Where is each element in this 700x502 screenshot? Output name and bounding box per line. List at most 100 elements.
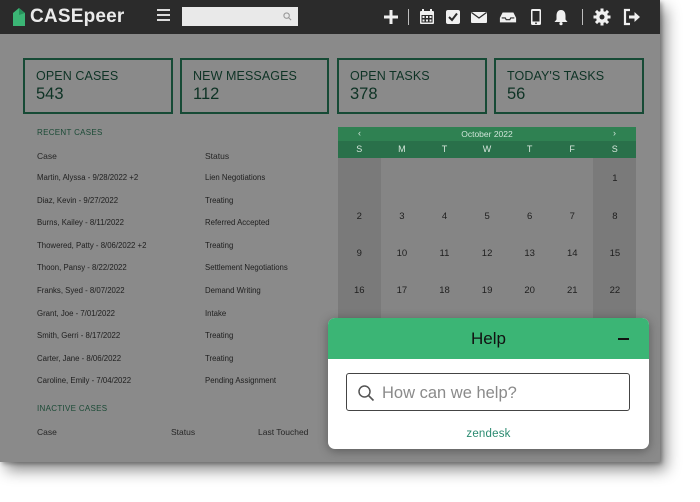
calendar-day[interactable]: 15: [594, 248, 637, 259]
calendar-month-label: October 2022: [461, 129, 513, 139]
calendar-header: ‹ October 2022 ›: [338, 127, 636, 141]
table-row[interactable]: Thowered, Patty - 8/06/2022 +2 Treating: [37, 241, 327, 255]
case-name[interactable]: Thoon, Pansy - 8/22/2022: [37, 263, 127, 272]
help-header: Help: [328, 318, 649, 359]
case-status: Settlement Negotiations: [205, 263, 288, 273]
calendar-day[interactable]: 6: [508, 211, 551, 222]
calendar-day[interactable]: 1: [594, 173, 637, 184]
table-row[interactable]: Franks, Syed - 8/07/2022 Demand Writing: [37, 286, 327, 300]
table-row[interactable]: Diaz, Kevin - 9/27/2022 Treating: [37, 196, 327, 210]
calendar-day[interactable]: 11: [423, 248, 466, 259]
case-name[interactable]: Smith, Gerri - 8/17/2022: [37, 331, 120, 340]
weekday-label: S: [611, 144, 618, 154]
calendar-day[interactable]: 16: [338, 285, 381, 296]
mail-icon[interactable]: [470, 8, 488, 26]
calendar-grid: 1 2 3 4 5 6 7 8 9 10 11 12 13 14 15 16 17 18 19 20 21 22: [338, 158, 636, 318]
plus-icon[interactable]: [382, 8, 400, 26]
top-navbar: CASEpeer: [0, 0, 660, 34]
case-status: Treating: [205, 331, 234, 341]
calendar-day[interactable]: 20: [508, 285, 551, 296]
bell-icon[interactable]: [552, 8, 570, 26]
calendar-day[interactable]: 5: [466, 211, 509, 222]
calendar-day[interactable]: 10: [381, 248, 424, 259]
phone-icon[interactable]: [527, 8, 545, 26]
column-header-last-touched: Last Touched: [258, 427, 309, 437]
logout-icon[interactable]: [623, 8, 641, 26]
stat-card-todays-tasks[interactable]: TODAY'S TASKS 56: [494, 58, 644, 114]
calendar-day[interactable]: 2: [338, 211, 381, 222]
help-title: Help: [471, 329, 506, 348]
case-status: Demand Writing: [205, 286, 261, 295]
case-status: Referred Accepted: [205, 218, 270, 228]
stat-value: 56: [507, 85, 526, 103]
calendar-day[interactable]: 22: [594, 285, 637, 296]
table-row[interactable]: Martin, Alyssa - 9/28/2022 +2 Lien Negoti…: [37, 173, 327, 187]
inactive-cases-title: INACTIVE CASES: [37, 404, 108, 413]
checkbox-icon[interactable]: [444, 8, 462, 26]
calendar-day[interactable]: 19: [466, 285, 509, 296]
table-row[interactable]: Carter, Jane - 8/06/2022 Treating: [37, 354, 327, 368]
weekday-label: W: [482, 144, 492, 154]
case-status: Treating: [205, 195, 234, 205]
stat-card-new-messages[interactable]: NEW MESSAGES 112: [180, 58, 329, 114]
case-status: Treating: [205, 353, 234, 363]
calendar-day[interactable]: 7: [551, 211, 594, 222]
calendar-day[interactable]: 3: [381, 211, 424, 222]
app-window: CASEpeer OPEN CASES 543 NEW MESSAGES 112…: [0, 0, 660, 462]
inbox-icon[interactable]: [499, 8, 517, 26]
case-name[interactable]: Martin, Alyssa - 9/28/2022 +2: [37, 173, 138, 182]
minimize-icon[interactable]: [618, 338, 629, 340]
calendar-day[interactable]: 21: [551, 285, 594, 296]
case-name[interactable]: Thowered, Patty - 8/06/2022 +2: [37, 241, 146, 250]
zendesk-link[interactable]: zendesk: [328, 428, 649, 440]
column-header-case: Case: [37, 151, 57, 161]
weekday-label: T: [526, 144, 533, 154]
stat-label: OPEN TASKS: [350, 69, 430, 83]
table-row[interactable]: Caroline, Emily - 7/04/2022 Pending Assig…: [37, 376, 327, 390]
column-header-case: Case: [37, 427, 57, 437]
calendar-day[interactable]: 13: [508, 248, 551, 259]
stat-value: 378: [350, 85, 378, 103]
case-status: Lien Negotiations: [205, 173, 266, 182]
global-search-input[interactable]: [182, 7, 298, 26]
calendar-day[interactable]: 18: [423, 285, 466, 296]
calendar-day[interactable]: 17: [381, 285, 424, 296]
calendar-day[interactable]: 9: [338, 248, 381, 259]
nav-divider: [582, 9, 583, 25]
case-status: Treating: [205, 240, 234, 250]
help-widget: Help zendesk: [328, 318, 649, 449]
case-name[interactable]: Grant, Joe - 7/01/2022: [37, 309, 115, 318]
case-name[interactable]: Diaz, Kevin - 9/27/2022: [37, 196, 118, 205]
calendar-icon[interactable]: [418, 8, 436, 26]
stat-card-open-tasks[interactable]: OPEN TASKS 378: [337, 58, 487, 114]
column-header-status: Status: [171, 427, 196, 437]
stat-card-open-cases[interactable]: OPEN CASES 543: [23, 58, 173, 114]
case-name[interactable]: Franks, Syed - 8/07/2022: [37, 286, 125, 295]
gear-icon[interactable]: [593, 8, 611, 26]
menu-icon[interactable]: [157, 9, 170, 23]
case-name[interactable]: Carter, Jane - 8/06/2022: [37, 354, 121, 363]
search-icon[interactable]: [283, 12, 292, 21]
calendar-day[interactable]: 8: [594, 211, 637, 222]
stat-label: NEW MESSAGES: [193, 69, 297, 83]
table-row[interactable]: Grant, Joe - 7/01/2022 Intake: [37, 309, 327, 323]
weekday-label: T: [441, 144, 448, 154]
help-search-box[interactable]: [346, 373, 630, 411]
weekday-label: F: [569, 144, 575, 154]
calendar-day[interactable]: 14: [551, 248, 594, 259]
stat-value: 543: [36, 85, 64, 103]
logo[interactable]: CASEpeer: [12, 6, 125, 28]
column-header-status: Status: [205, 151, 230, 161]
calendar-day[interactable]: 4: [423, 211, 466, 222]
stat-value: 112: [193, 85, 220, 103]
table-row[interactable]: Thoon, Pansy - 8/22/2022 Settlement Negot…: [37, 263, 327, 277]
table-row[interactable]: Burns, Kailey - 8/11/2022 Referred Accept…: [37, 218, 327, 232]
case-status: Pending Assignment: [205, 376, 277, 386]
calendar-day[interactable]: 12: [466, 248, 509, 259]
help-search-input[interactable]: [382, 381, 622, 405]
calendar-next-button[interactable]: ›: [613, 128, 616, 138]
logo-icon: [13, 8, 25, 26]
case-name[interactable]: Caroline, Emily - 7/04/2022: [37, 376, 131, 385]
case-name[interactable]: Burns, Kailey - 8/11/2022: [37, 218, 124, 227]
table-row[interactable]: Smith, Gerri - 8/17/2022 Treating: [37, 331, 327, 345]
